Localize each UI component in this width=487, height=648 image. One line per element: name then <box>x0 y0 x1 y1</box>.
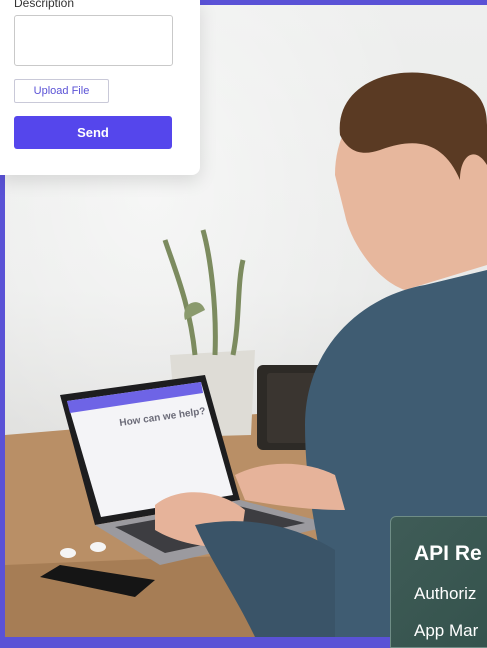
description-label: Description <box>14 0 75 10</box>
upload-file-button[interactable]: Upload File <box>14 79 109 103</box>
send-button[interactable]: Send <box>14 116 172 149</box>
earbud <box>60 548 76 558</box>
api-reference-card[interactable]: API Re Authoriz App Mar <box>390 516 487 648</box>
plant-stem <box>200 229 218 356</box>
earbud <box>90 542 106 552</box>
description-field[interactable] <box>14 15 173 66</box>
api-card-item[interactable]: App Mar <box>414 621 478 641</box>
contact-form-card: Description Upload File Send <box>0 0 200 175</box>
api-card-title: API Re <box>414 542 482 565</box>
plant-stem <box>162 239 198 356</box>
plant-stem <box>230 259 246 356</box>
api-card-item[interactable]: Authoriz <box>414 584 476 604</box>
